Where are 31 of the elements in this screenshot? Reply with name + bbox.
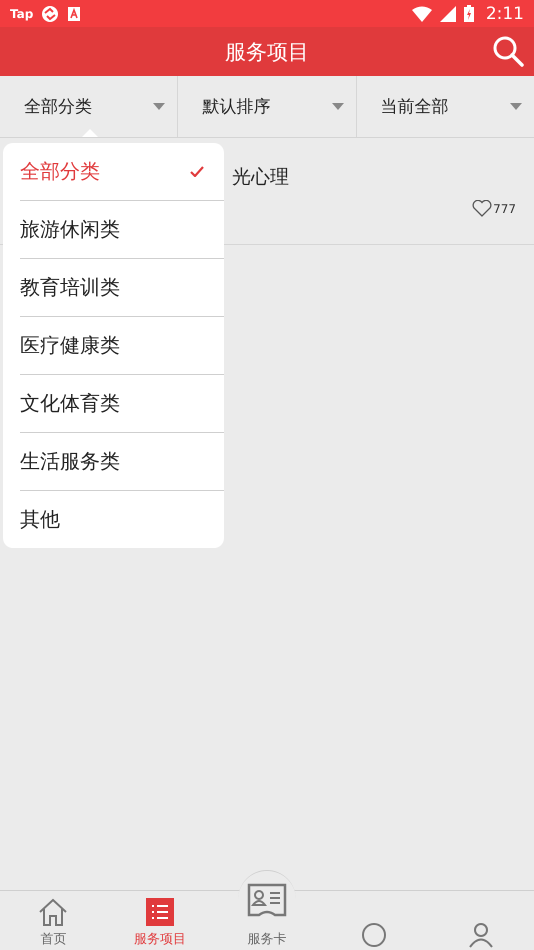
home-icon xyxy=(38,898,68,926)
search-button[interactable] xyxy=(492,35,524,67)
app-icon xyxy=(41,4,60,22)
signal-icon xyxy=(440,6,456,22)
app-icon xyxy=(67,6,82,22)
menu-item[interactable]: 旅游休闲类 xyxy=(20,201,224,259)
wifi-icon xyxy=(412,6,432,22)
id-card-icon xyxy=(246,883,287,917)
battery-icon xyxy=(464,5,474,22)
nav-tab[interactable]: 首页 xyxy=(0,891,107,950)
nav-tab[interactable]: 服务卡 xyxy=(214,869,320,950)
caret-icon xyxy=(332,103,344,110)
clock: 2:11 xyxy=(486,4,524,24)
caret-icon xyxy=(153,103,166,110)
menu-item[interactable]: 医疗健康类 xyxy=(20,317,224,375)
like-count: 777 xyxy=(493,202,516,216)
list-icon xyxy=(146,898,174,926)
check-icon xyxy=(190,166,204,177)
menu-item[interactable]: 教育培训类 xyxy=(20,259,224,317)
nav-tab[interactable]: 服务项目 xyxy=(106,891,214,950)
app-label: Tap xyxy=(10,6,34,20)
page-title: 服务项目 xyxy=(225,38,309,66)
menu-item[interactable]: 文化体育类 xyxy=(20,375,224,433)
menu-item[interactable]: 全部分类 xyxy=(20,143,224,201)
menu-item[interactable]: 生活服务类 xyxy=(20,433,224,491)
caret-icon xyxy=(510,103,522,110)
item-title: 光心理 xyxy=(232,165,289,190)
person-icon xyxy=(468,922,494,948)
menu-item[interactable]: 其他 xyxy=(20,491,224,548)
search-icon xyxy=(492,35,524,67)
heart-icon xyxy=(472,200,492,217)
